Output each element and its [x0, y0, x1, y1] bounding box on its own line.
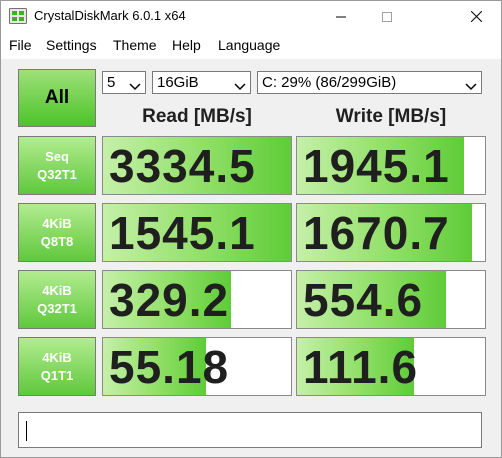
- read-result-cell: 55.18: [102, 337, 292, 396]
- comment-field[interactable]: [18, 412, 482, 448]
- write-result-cell: 1670.7: [296, 203, 486, 262]
- menu-language[interactable]: Language: [218, 37, 280, 53]
- chevron-down-icon: [234, 78, 246, 95]
- drive-value: C: 29% (86/299GiB): [262, 74, 397, 91]
- write-result-cell: 554.6: [296, 270, 486, 329]
- minimize-button[interactable]: [318, 1, 364, 32]
- menu-bar: File Settings Theme Help Language: [1, 32, 501, 59]
- window-title: CrystalDiskMark 6.0.1 x64: [34, 8, 186, 23]
- read-value: 3334.5: [109, 140, 256, 192]
- test-size-value: 16GiB: [157, 74, 199, 91]
- app-window: CrystalDiskMark 6.0.1 x64 File Settings …: [0, 0, 502, 458]
- test-label-line1: 4KiB: [42, 215, 72, 231]
- write-value: 1670.7: [303, 207, 450, 259]
- maximize-button[interactable]: [364, 1, 410, 32]
- read-header: Read [MB/s]: [142, 106, 252, 127]
- test-label-line1: Seq: [45, 148, 69, 164]
- test-count-value: 5: [107, 74, 116, 91]
- crystaldiskmark-icon: [9, 8, 27, 24]
- write-header: Write [MB/s]: [335, 106, 447, 127]
- read-value: 1545.1: [109, 207, 256, 259]
- menu-theme[interactable]: Theme: [113, 37, 157, 53]
- test-label-line1: 4KiB: [42, 349, 72, 365]
- test-4kib-q32t1-button[interactable]: 4KiB Q32T1: [18, 270, 96, 329]
- read-result-cell: 1545.1: [102, 203, 292, 262]
- read-value: 329.2: [109, 274, 230, 326]
- menu-settings[interactable]: Settings: [46, 37, 97, 53]
- test-label-line2: Q32T1: [37, 300, 77, 316]
- test-count-select[interactable]: 5: [102, 71, 146, 94]
- all-button[interactable]: All: [18, 69, 96, 127]
- text-caret: [26, 421, 27, 441]
- write-value: 111.6: [303, 341, 419, 393]
- test-label-line2: Q8T8: [40, 233, 74, 249]
- test-seq-q32t1-button[interactable]: Seq Q32T1: [18, 136, 96, 195]
- test-label-line2: Q1T1: [40, 367, 74, 383]
- menu-file[interactable]: File: [9, 37, 32, 53]
- main-panel: All 5 16GiB C: 29% (86/299GiB) Read [MB/…: [1, 59, 501, 457]
- write-result-cell: 1945.1: [296, 136, 486, 195]
- drive-select[interactable]: C: 29% (86/299GiB): [257, 71, 482, 94]
- close-button[interactable]: [453, 1, 499, 32]
- close-icon: [470, 11, 482, 22]
- test-4kib-q8t8-button[interactable]: 4KiB Q8T8: [18, 203, 96, 262]
- chevron-down-icon: [465, 78, 477, 95]
- test-size-select[interactable]: 16GiB: [152, 71, 251, 94]
- menu-help[interactable]: Help: [172, 37, 201, 53]
- test-label-line1: 4KiB: [42, 282, 72, 298]
- title-bar: CrystalDiskMark 6.0.1 x64: [1, 1, 501, 32]
- write-value: 554.6: [303, 274, 424, 326]
- read-result-cell: 329.2: [102, 270, 292, 329]
- minimize-icon: [336, 16, 346, 17]
- write-value: 1945.1: [303, 140, 450, 192]
- test-4kib-q1t1-button[interactable]: 4KiB Q1T1: [18, 337, 96, 396]
- test-label-line2: Q32T1: [37, 166, 77, 182]
- chevron-down-icon: [129, 78, 141, 95]
- write-result-cell: 111.6: [296, 337, 486, 396]
- read-value: 55.18: [109, 341, 230, 393]
- read-result-cell: 3334.5: [102, 136, 292, 195]
- maximize-icon: [382, 11, 392, 22]
